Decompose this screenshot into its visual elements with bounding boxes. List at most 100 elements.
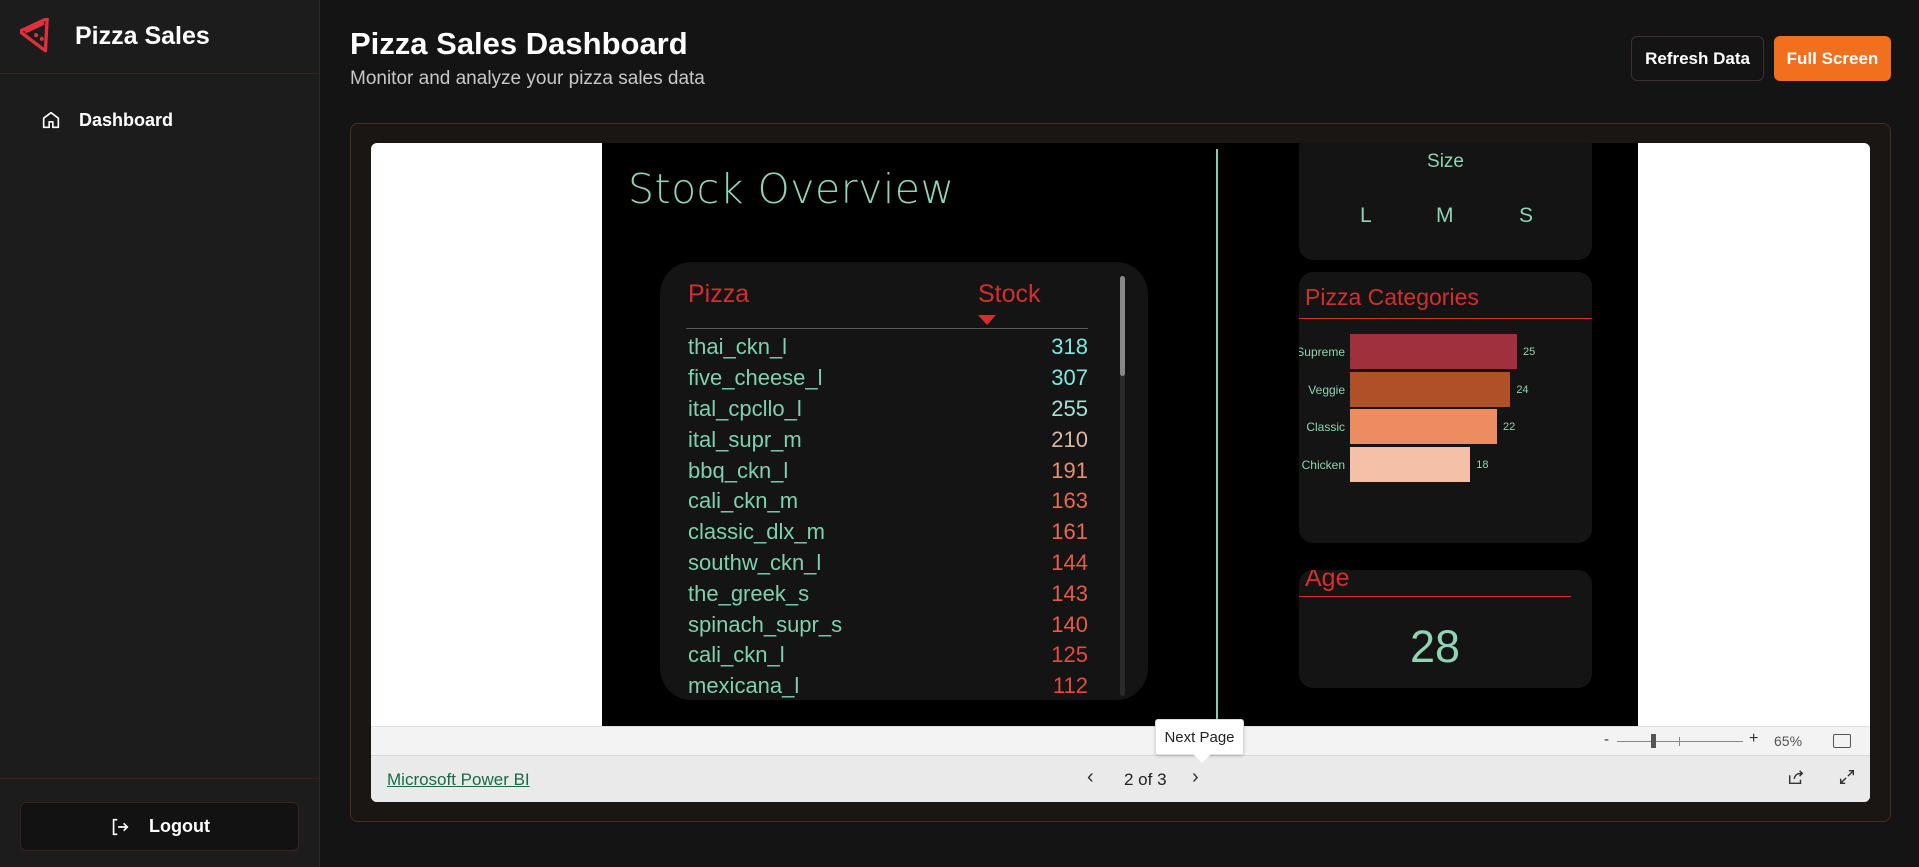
table-row[interactable]: mexicana_l 112	[688, 671, 1088, 700]
bar-label: Veggie	[1308, 382, 1345, 397]
scrollbar-thumb[interactable]	[1120, 276, 1125, 376]
stock-value: 125	[1051, 642, 1088, 668]
age-card: Age 28	[1299, 570, 1592, 688]
powerbi-embed: Stock Overview Pizza Stock thai_ckn_l 318…	[371, 143, 1870, 802]
table-row[interactable]: classic_dlx_m 161	[688, 517, 1088, 548]
table-row[interactable]: spinach_supr_s 140	[688, 609, 1088, 640]
bar[interactable]	[1350, 334, 1517, 369]
share-icon[interactable]	[1787, 768, 1805, 786]
bar-value-label: 25	[1523, 346, 1536, 358]
sidebar-footer: Logout	[0, 778, 320, 867]
bar[interactable]	[1350, 409, 1497, 444]
pizza-name: classic_dlx_m	[688, 519, 825, 545]
header-divider	[686, 328, 1088, 329]
page-subtitle: Monitor and analyze your pizza sales dat…	[350, 68, 705, 89]
table-row[interactable]: ital_cpcllo_l 255	[688, 394, 1088, 425]
stock-value: 144	[1051, 549, 1088, 575]
pizza-logo-icon	[20, 17, 49, 52]
size-option-s[interactable]: S	[1519, 204, 1533, 228]
age-value: 28	[1409, 621, 1461, 672]
page-indicator: 2 of 3	[1124, 770, 1167, 789]
stock-value: 318	[1051, 334, 1088, 360]
stock-value: 163	[1051, 488, 1088, 514]
table-row[interactable]: southw_ckn_l 144	[688, 548, 1088, 579]
zoom-bar: - + 65%	[371, 726, 1870, 755]
pizza-name: ital_supr_m	[688, 426, 802, 452]
pizza-name: southw_ckn_l	[688, 549, 822, 575]
powerbi-footer: Microsoft Power BI ‹ 2 of 3 ›	[371, 755, 1870, 802]
logout-label: Logout	[149, 816, 210, 836]
stock-value: 161	[1051, 519, 1088, 545]
sort-descending-icon	[978, 315, 996, 325]
pizza-categories-chart: Pizza Categories Supreme 25 Veggie 24 Classi…	[1299, 272, 1592, 543]
column-header-stock[interactable]: Stock	[978, 280, 1041, 309]
size-option-m[interactable]: M	[1436, 204, 1454, 228]
stock-value: 112	[1052, 673, 1088, 699]
section-divider	[1216, 149, 1218, 726]
pizza-name: cali_ckn_l	[688, 642, 785, 668]
table-row[interactable]: bbq_ckn_l 191	[688, 455, 1088, 486]
full-screen-button[interactable]: Full Screen	[1774, 36, 1891, 81]
pizza-name: cali_ckn_m	[688, 488, 799, 514]
tooltip-arrow	[1193, 754, 1211, 763]
size-slicer-title: Size	[1427, 151, 1464, 172]
zoom-level: 65%	[1774, 733, 1803, 749]
pizza-name: spinach_supr_s	[688, 611, 843, 637]
stock-overview-title: Stock Overview	[628, 165, 955, 213]
report-canvas: Stock Overview Pizza Stock thai_ckn_l 318…	[602, 143, 1638, 726]
home-icon	[42, 111, 60, 129]
zoom-in-button[interactable]: +	[1749, 730, 1758, 748]
pizza-name: thai_ckn_l	[688, 334, 788, 360]
table-row[interactable]: ital_supr_m 210	[688, 424, 1088, 455]
powerbi-link[interactable]: Microsoft Power BI	[387, 770, 530, 790]
logout-icon	[112, 818, 129, 835]
fit-to-page-icon[interactable]	[1833, 734, 1851, 748]
bar-value-label: 22	[1502, 421, 1516, 433]
bar-value-label: 18	[1476, 458, 1489, 471]
bar-label: Chicken	[1301, 457, 1345, 472]
pizza-name: ital_cpcllo_l	[688, 395, 802, 421]
brand: Pizza Sales	[0, 0, 319, 74]
table-row[interactable]: cali_ckn_l 125	[688, 640, 1088, 671]
pizza-name: mexicana_l	[688, 673, 800, 699]
table-row[interactable]: five_cheese_l 307	[688, 363, 1088, 394]
chart-title-underline	[1299, 318, 1592, 319]
stock-value: 210	[1051, 426, 1088, 452]
pizza-name: the_greek_s	[688, 580, 810, 606]
stock-value: 143	[1051, 580, 1088, 606]
table-row[interactable]: thai_ckn_l 318	[688, 332, 1088, 363]
bar-label: Classic	[1306, 420, 1345, 434]
table-row[interactable]: the_greek_s 143	[688, 578, 1088, 609]
refresh-data-button[interactable]: Refresh Data	[1631, 36, 1764, 81]
chart-title: Pizza Categories	[1305, 284, 1479, 310]
zoom-slider-midmark	[1679, 737, 1680, 746]
bar[interactable]	[1350, 371, 1511, 407]
stock-table: Pizza Stock thai_ckn_l 318 five_cheese_l 30…	[660, 262, 1148, 700]
sidebar: Pizza Sales Dashboard Logout	[0, 0, 320, 867]
zoom-slider-track[interactable]	[1617, 741, 1743, 742]
stock-value: 255	[1051, 395, 1088, 421]
next-page-button[interactable]: ›	[1192, 766, 1199, 789]
expand-icon[interactable]	[1838, 768, 1856, 786]
zoom-out-button[interactable]: -	[1604, 731, 1609, 748]
sidebar-item-dashboard[interactable]: Dashboard	[40, 106, 173, 134]
pizza-name: bbq_ckn_l	[688, 457, 789, 483]
table-row[interactable]: cali_ckn_m 163	[688, 486, 1088, 517]
next-page-tooltip: Next Page	[1155, 719, 1244, 755]
bar[interactable]	[1350, 446, 1471, 482]
stock-rows: thai_ckn_l 318 five_cheese_l 307 ital_cpcllo…	[688, 332, 1088, 700]
column-header-pizza[interactable]: Pizza	[688, 280, 749, 309]
sidebar-item-label: Dashboard	[79, 109, 174, 130]
size-slicer: Size L M S	[1299, 143, 1592, 260]
bar-value-label: 24	[1516, 383, 1529, 396]
stock-value: 191	[1051, 457, 1088, 483]
zoom-slider-thumb[interactable]	[1651, 734, 1656, 748]
app-title: Pizza Sales	[75, 22, 210, 50]
bar-label: Supreme	[1299, 345, 1345, 359]
age-title-underline	[1299, 596, 1571, 597]
stock-value: 307	[1051, 365, 1088, 391]
age-title: Age	[1305, 570, 1350, 592]
logout-button[interactable]: Logout	[20, 802, 299, 851]
previous-page-button[interactable]: ‹	[1087, 766, 1094, 789]
size-option-l[interactable]: L	[1360, 204, 1372, 228]
